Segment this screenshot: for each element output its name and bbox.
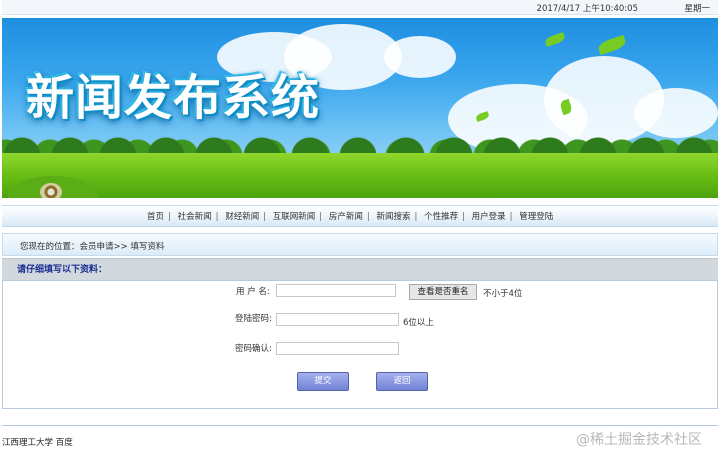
watermark-text: @稀土掘金技术社区 xyxy=(576,432,702,448)
password-hint: 6位以上 xyxy=(403,318,434,328)
nav-item-social-news[interactable]: 社会新闻 xyxy=(178,210,212,222)
main-navigation: 首页 | 社会新闻 | 财经新闻 | 互联网新闻 | 房产新闻 | 新闻搜索 | 个性推荐 |… xyxy=(2,205,718,227)
registration-form: 用 户 名: 查看是否重名 不小于4位 登陆密码: 6位以上 密码确认: 提交 … xyxy=(2,280,718,409)
site-title: 新闻发布系统 xyxy=(26,70,321,126)
current-date: 2017/4/17 上午10:40:05 xyxy=(536,4,638,14)
confirm-password-label: 密码确认: xyxy=(235,344,272,354)
password-label: 登陆密码: xyxy=(235,314,272,324)
nav-item-home[interactable]: 首页 xyxy=(147,210,164,222)
confirm-password-input[interactable] xyxy=(276,342,399,355)
username-hint: 不小于4位 xyxy=(483,289,523,299)
site-banner: 新闻发布系统 xyxy=(2,18,718,198)
breadcrumb-text: 您现在的位置：会员申请>> 填写资料 xyxy=(20,242,165,252)
form-section-header: 请仔细填写以下资料： xyxy=(2,258,718,280)
footer-links[interactable]: 江西理工大学 百度 xyxy=(2,436,73,448)
username-label: 用 户 名: xyxy=(236,287,270,297)
back-button[interactable]: 返回 xyxy=(376,372,428,391)
nav-menu: 首页 | 社会新闻 | 财经新闻 | 互联网新闻 | 房产新闻 | 新闻搜索 | 个性推荐 |… xyxy=(147,210,554,222)
nav-item-admin-login[interactable]: 管理登陆 xyxy=(519,210,553,222)
password-input[interactable] xyxy=(276,313,399,326)
grass-field xyxy=(2,153,718,198)
form-section-title: 请仔细填写以下资料： xyxy=(17,265,108,275)
nav-item-news-search[interactable]: 新闻搜索 xyxy=(376,210,410,222)
nav-item-real-estate-news[interactable]: 房产新闻 xyxy=(329,210,363,222)
footer: 江西理工大学 百度 @稀土掘金技术社区 xyxy=(2,425,718,458)
check-username-button[interactable]: 查看是否重名 xyxy=(409,284,477,300)
current-weekday: 星期一 xyxy=(684,4,710,14)
nav-item-user-login[interactable]: 用户登录 xyxy=(472,210,506,222)
top-status-bar: 2017/4/17 上午10:40:05 星期一 xyxy=(2,0,718,15)
nav-item-recommendations[interactable]: 个性推荐 xyxy=(424,210,458,222)
nav-item-internet-news[interactable]: 互联网新闻 xyxy=(273,210,316,222)
submit-button[interactable]: 提交 xyxy=(297,372,349,391)
nav-item-finance-news[interactable]: 财经新闻 xyxy=(225,210,259,222)
breadcrumb: 您现在的位置：会员申请>> 填写资料 xyxy=(2,233,718,256)
username-input[interactable] xyxy=(276,284,396,297)
